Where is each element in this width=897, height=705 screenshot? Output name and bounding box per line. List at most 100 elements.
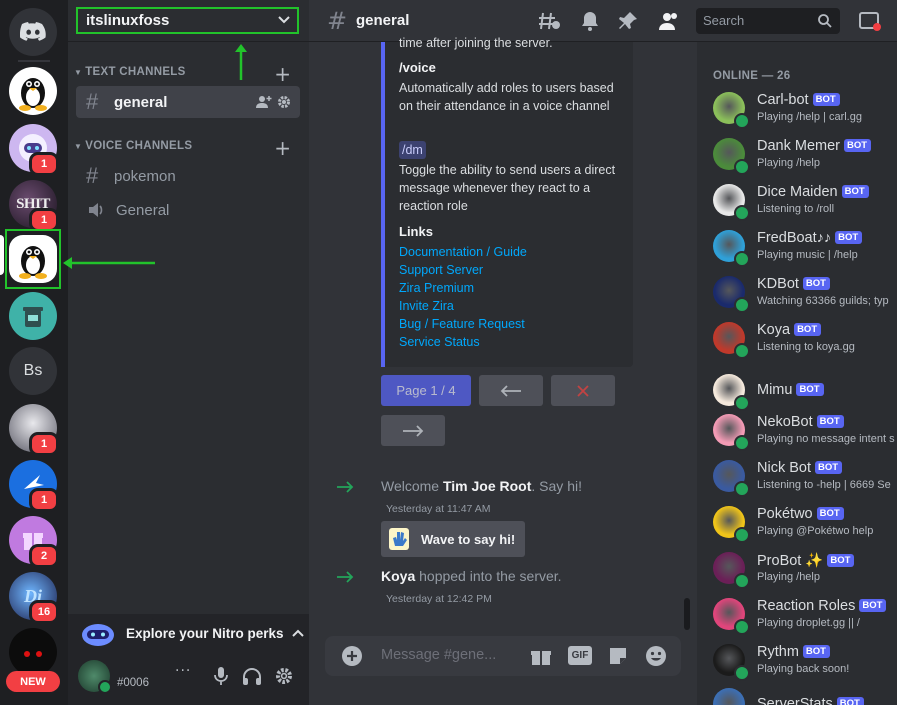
bot-badge: BOT bbox=[796, 383, 824, 396]
gift-icon[interactable] bbox=[530, 646, 552, 666]
message-composer[interactable]: Message #gene... GIF bbox=[325, 636, 681, 676]
member-activity: Listening to /roll bbox=[757, 203, 835, 215]
server-icon-9[interactable]: 2 bbox=[9, 516, 59, 568]
member-name: Dice Maiden BOT bbox=[757, 184, 869, 200]
link-bug-request[interactable]: Bug / Feature Request bbox=[399, 315, 624, 333]
server-icon-3[interactable]: SHIT 1 bbox=[9, 180, 59, 232]
member-item[interactable]: FredBoat♪♪ BOT Playing music | /help bbox=[713, 230, 897, 272]
server-icon-10[interactable]: Di 16 bbox=[9, 572, 59, 624]
threads-icon[interactable] bbox=[539, 11, 561, 31]
bot-badge: BOT bbox=[844, 139, 872, 152]
member-name-text: KDBot bbox=[757, 276, 799, 292]
server-icon-linux[interactable] bbox=[9, 67, 57, 115]
server-icon-2[interactable]: 1 bbox=[9, 124, 59, 176]
member-name-text: Reaction Roles bbox=[757, 598, 856, 614]
member-name: Pokétwo BOT bbox=[757, 506, 844, 522]
member-item[interactable]: Dice Maiden BOT Listening to /roll bbox=[713, 184, 897, 226]
search-placeholder: Search bbox=[703, 13, 745, 28]
new-badge: NEW bbox=[6, 671, 60, 692]
embed-cut-line: time after joining the server. bbox=[399, 36, 553, 50]
link-documentation[interactable]: Documentation / Guide bbox=[399, 243, 624, 261]
member-name-text: Dice Maiden bbox=[757, 184, 838, 200]
settings-gear-icon[interactable] bbox=[275, 667, 293, 685]
member-name: Koya BOT bbox=[757, 322, 822, 338]
channel-pokemon[interactable]: # pokemon bbox=[76, 160, 300, 192]
speaker-icon bbox=[89, 203, 103, 217]
server-icon-5[interactable] bbox=[9, 292, 57, 340]
member-name: Nick Bot BOT bbox=[757, 460, 843, 476]
member-group-header: ONLINE — 26 bbox=[713, 70, 791, 82]
inbox-icon[interactable] bbox=[859, 11, 881, 31]
link-service-status[interactable]: Service Status bbox=[399, 333, 624, 351]
link-support-server[interactable]: Support Server bbox=[399, 261, 624, 279]
pin-icon[interactable] bbox=[618, 11, 638, 31]
gear-icon[interactable] bbox=[277, 95, 291, 109]
gif-icon[interactable]: GIF bbox=[568, 646, 592, 665]
channel-voice-general[interactable]: General bbox=[76, 194, 300, 226]
nitro-perks-banner[interactable]: Explore your Nitro perks bbox=[68, 614, 309, 652]
message-input[interactable]: Message #gene... bbox=[381, 647, 496, 663]
server-icon-7[interactable]: 1 bbox=[9, 404, 59, 456]
channel-general[interactable]: # general bbox=[76, 86, 300, 118]
wave-button[interactable]: Wave to say hi! bbox=[381, 521, 525, 557]
username[interactable]: Tim Joe Root bbox=[443, 478, 531, 494]
category-voice-channels[interactable]: ▼ VOICE CHANNELS bbox=[74, 140, 192, 152]
create-channel-icon[interactable]: + bbox=[274, 64, 291, 84]
member-item[interactable]: Pokétwo BOT Playing @Pokétwo help bbox=[713, 506, 897, 548]
member-item[interactable]: Dank Memer BOT Playing /help bbox=[713, 138, 897, 180]
member-list-icon[interactable] bbox=[658, 11, 680, 31]
link-invite-zira[interactable]: Invite Zira bbox=[399, 297, 624, 315]
bot-badge: BOT bbox=[812, 93, 840, 106]
home-button[interactable] bbox=[9, 8, 57, 56]
online-status-dot bbox=[734, 251, 750, 267]
emoji-icon[interactable] bbox=[645, 645, 667, 667]
server-initials: Bs bbox=[9, 347, 57, 395]
member-item[interactable]: Reaction Roles BOT Playing droplet.gg || / bbox=[713, 598, 897, 640]
online-status-dot bbox=[734, 619, 750, 635]
microphone-icon[interactable] bbox=[214, 666, 228, 686]
category-text-channels[interactable]: ▼ TEXT CHANNELS bbox=[74, 66, 186, 78]
online-status-dot bbox=[98, 680, 112, 694]
member-item[interactable]: Carl-bot BOT Playing /help | carl.gg bbox=[713, 92, 897, 134]
member-item[interactable]: Mimu BOT bbox=[713, 374, 897, 416]
member-activity: Playing @Pokétwo help bbox=[757, 525, 874, 537]
server-icon-11[interactable] bbox=[9, 628, 57, 676]
create-channel-icon[interactable]: + bbox=[274, 138, 291, 158]
headphones-icon[interactable] bbox=[242, 667, 262, 685]
hash-icon: # bbox=[327, 7, 348, 35]
add-attachment-icon[interactable] bbox=[342, 646, 362, 666]
nitro-mascot-icon bbox=[82, 624, 114, 646]
page-indicator-button: Page 1 / 4 bbox=[381, 375, 471, 406]
bot-badge: BOT bbox=[816, 415, 844, 428]
online-status-dot bbox=[734, 205, 750, 221]
member-item[interactable]: Rythm BOT Playing back soon! bbox=[713, 644, 897, 686]
link-zira-premium[interactable]: Zira Premium bbox=[399, 279, 624, 297]
member-name-text: Dank Memer bbox=[757, 138, 840, 154]
chevron-up-icon bbox=[291, 629, 304, 637]
member-name-text: Koya bbox=[757, 322, 791, 338]
bot-badge: BOT bbox=[859, 599, 887, 612]
member-item[interactable]: Koya BOT Listening to koya.gg bbox=[713, 322, 897, 364]
online-status-dot bbox=[734, 481, 750, 497]
chat-scrollbar[interactable] bbox=[684, 598, 690, 630]
unread-badge: 1 bbox=[29, 432, 59, 456]
username[interactable]: Koya bbox=[381, 568, 415, 584]
close-embed-button[interactable] bbox=[551, 375, 615, 406]
member-item[interactable]: ServerStats BOT bbox=[713, 688, 897, 705]
member-item[interactable]: ProBot ✨ BOT Playing /help bbox=[713, 552, 897, 594]
member-item[interactable]: KDBot BOT Watching 63366 guilds; typ bbox=[713, 276, 897, 318]
server-icon-8[interactable]: 1 bbox=[9, 460, 59, 512]
server-icon-bs[interactable]: Bs bbox=[9, 347, 57, 395]
annotation-arrow-up-icon bbox=[235, 44, 247, 80]
member-item[interactable]: NekoBot BOT Playing no message intent s bbox=[713, 414, 897, 456]
search-input[interactable]: Search bbox=[696, 8, 840, 34]
close-icon bbox=[577, 384, 589, 397]
invite-icon[interactable] bbox=[256, 95, 272, 109]
sticker-icon[interactable] bbox=[608, 646, 628, 666]
bell-icon[interactable] bbox=[581, 11, 599, 31]
previous-page-button[interactable] bbox=[479, 375, 543, 406]
member-name: ProBot ✨ BOT bbox=[757, 552, 855, 569]
member-name: Reaction Roles BOT bbox=[757, 598, 887, 614]
member-item[interactable]: Nick Bot BOT Listening to -help | 6669 Se bbox=[713, 460, 897, 502]
next-page-button[interactable] bbox=[381, 415, 445, 446]
